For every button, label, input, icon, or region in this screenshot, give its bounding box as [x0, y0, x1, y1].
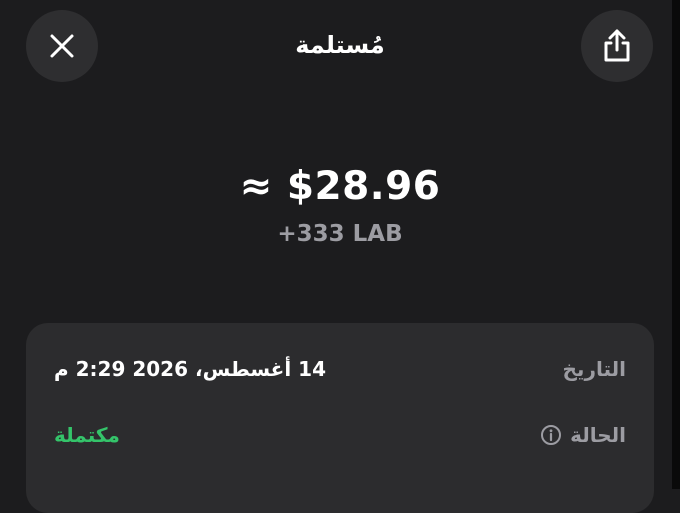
fiat-amount: ≈ $28.96	[239, 164, 441, 209]
status-label-text: الحالة	[570, 423, 626, 447]
token-amount: +333 LAB	[277, 221, 403, 247]
share-button[interactable]	[581, 10, 653, 82]
date-label: التاريخ	[563, 351, 626, 387]
page-title: مُستلمة	[295, 31, 385, 59]
status-row: الحالة مكتملة	[26, 417, 654, 453]
share-icon	[600, 28, 634, 64]
date-label-text: التاريخ	[562, 357, 626, 381]
status-value: مكتملة	[54, 423, 120, 447]
details-card: التاريخ 14 أغسطس، 2026 2:29 م الحالة مكت…	[26, 323, 654, 513]
status-label: الحالة	[540, 417, 626, 453]
date-row: التاريخ 14 أغسطس، 2026 2:29 م	[26, 351, 654, 387]
date-value: 14 أغسطس، 2026 2:29 م	[54, 357, 327, 381]
info-icon[interactable]	[540, 424, 562, 446]
